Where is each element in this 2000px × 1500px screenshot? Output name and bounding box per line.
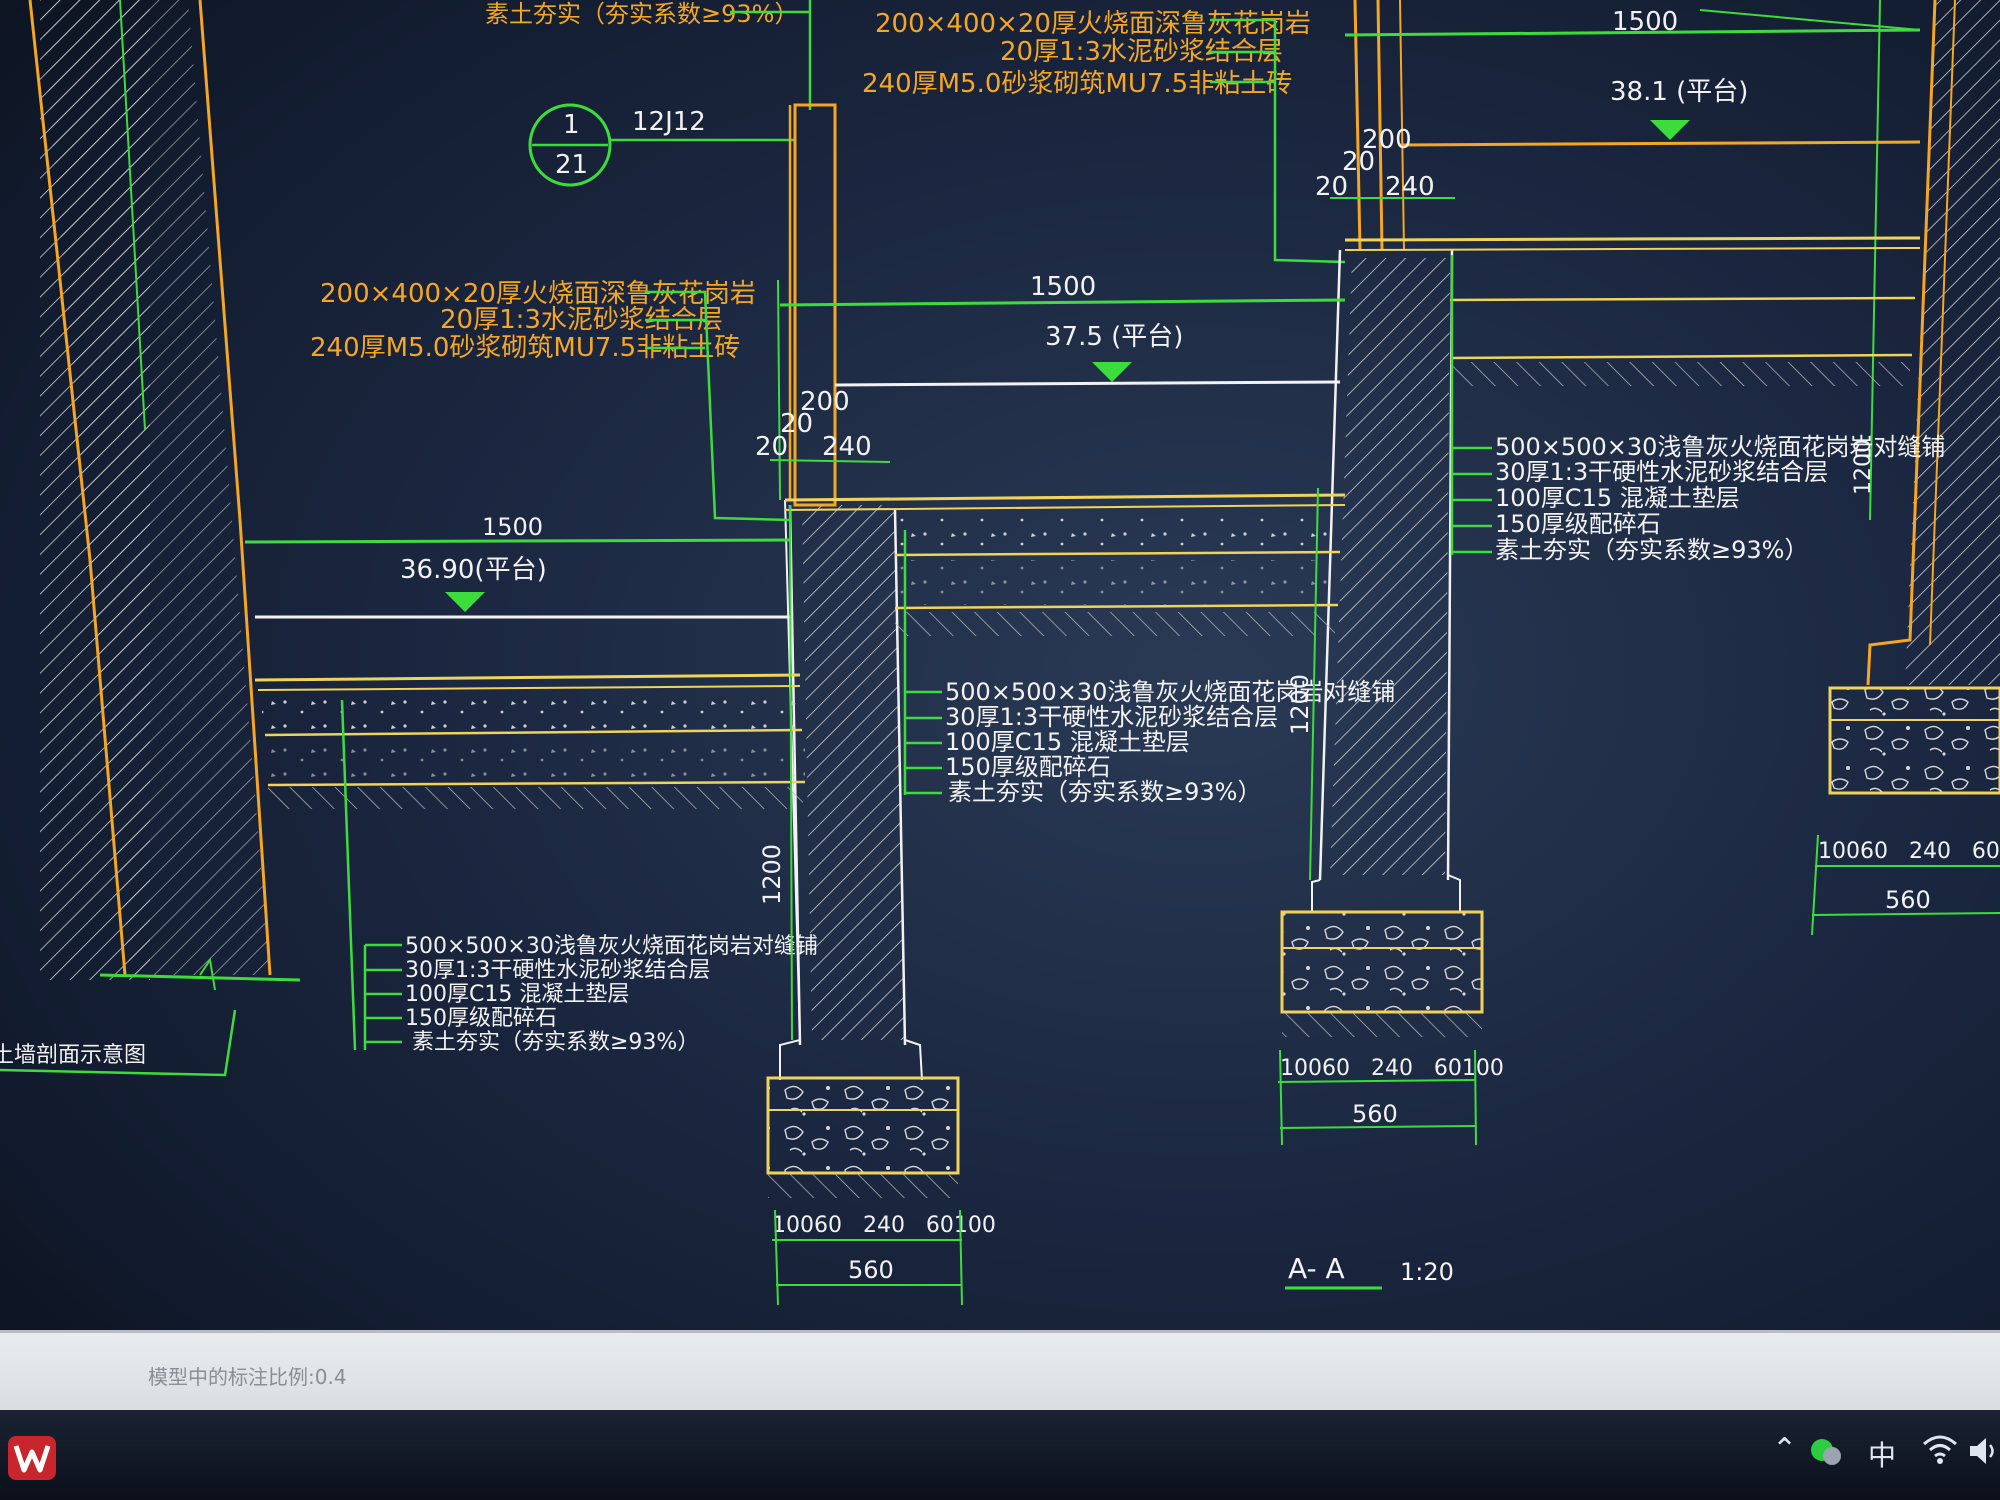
width-dim-left: 1500 [482,513,543,541]
top-layer-callout: 200×400×20厚火烧面深鲁灰花岗岩 20厚1:3水泥砂浆结合层 240厚M… [862,9,1346,264]
mid-layer-callout: 200×400×20厚火烧面深鲁灰花岗岩 20厚1:3水泥砂浆结合层 240厚M… [310,279,791,522]
volume-icon[interactable] [1968,1436,2000,1466]
width-dim-center: 1500 [1030,272,1096,302]
svg-text:500×500×30浅鲁灰火烧面花岗岩对缝铺: 500×500×30浅鲁灰火烧面花岗岩对缝铺 [405,934,818,959]
detail-reference-bubble[interactable]: 1 21 12J12 [528,103,795,187]
far-right-wall [1828,0,2000,795]
svg-text:150厚级配碎石: 150厚级配碎石 [405,1006,557,1031]
center-wall-dims: 200 20 20 240 [755,387,891,463]
right-wall-dims: 200 20 20 240 [1315,125,1455,202]
svg-text:240: 240 [822,432,872,462]
input-method-indicator[interactable]: 中 [1868,1434,1896,1474]
command-line-text: 模型中的标注比例:0.4 [148,1365,347,1389]
svg-text:A- A: A- A [1288,1252,1345,1285]
footing-dims-right: 10060 240 60100 560 [1277,1049,1504,1146]
svg-text:150厚级配碎石: 150厚级配碎石 [1495,510,1661,538]
width-dim-right: 1500 [1612,7,1678,37]
wall-section-caption: 挡土墙剖面示意图 [0,1043,146,1068]
svg-text:500×500×30浅鲁灰火烧面花岗岩对缝铺: 500×500×30浅鲁灰火烧面花岗岩对缝铺 [1495,433,1945,461]
svg-text:500×500×30浅鲁灰火烧面花岗岩对缝铺: 500×500×30浅鲁灰火烧面花岗岩对缝铺 [945,678,1395,706]
wps-logo-icon[interactable] [8,1436,56,1480]
elevation-left: 36.90(平台) [400,555,547,585]
svg-text:560: 560 [1885,886,1931,914]
svg-text:240厚M5.0砂浆砌筑MU7.5非粘土砖: 240厚M5.0砂浆砌筑MU7.5非粘土砖 [862,69,1292,99]
svg-text:100厚C15 混凝土垫层: 100厚C15 混凝土垫层 [945,728,1190,756]
svg-text:素土夯实（夯实系数≥93%）: 素土夯实（夯实系数≥93%） [1495,536,1808,564]
left-retaining-wall [28,0,301,991]
section-title: A- A 1:20 [1285,1252,1454,1290]
svg-text:21: 21 [555,150,588,180]
top-cut-label: 素土夯实（夯实系数≥93%） [485,0,798,28]
height-dim-center: 1200 [758,844,786,905]
command-line-bar[interactable]: 模型中的标注比例:0.4 [0,1330,2000,1413]
svg-text:30厚1:3干硬性水泥砂浆结合层: 30厚1:3干硬性水泥砂浆结合层 [945,703,1278,731]
svg-text:30厚1:3干硬性水泥砂浆结合层: 30厚1:3干硬性水泥砂浆结合层 [405,958,710,983]
center-step-wall [766,103,960,1198]
svg-text:10060 240 60100: 10060 240 60100 [1280,1056,1504,1081]
show-hidden-icons-icon[interactable]: ⌃ [1772,1432,1797,1467]
svg-text:150厚级配碎石: 150厚级配碎石 [945,753,1111,781]
cad-window: 挡土墙剖面示意图 素土夯实（夯实系数≥93%） 200×400×20厚火烧面深鲁… [0,0,2000,1500]
svg-text:10060 240 60100: 10060 240 60100 [1818,839,2000,864]
elevation-center: 37.5 (平台) [1045,322,1183,352]
footing-dims-far: 10060 240 60100 560 [1811,834,2000,936]
svg-text:素土夯实（夯实系数≥93%）: 素土夯实（夯实系数≥93%） [948,778,1261,806]
height-dim-far: 1200 [1851,439,1876,495]
elevation-right: 38.1 (平台) [1610,77,1748,107]
svg-text:20: 20 [755,432,788,462]
svg-text:1: 1 [563,110,580,140]
svg-text:素土夯实（夯实系数≥93%）: 素土夯实（夯实系数≥93%） [412,1030,699,1055]
svg-text:30厚1:3干硬性水泥砂浆结合层: 30厚1:3干硬性水泥砂浆结合层 [1495,458,1828,486]
svg-text:200×400×20厚火烧面深鲁灰花岗岩: 200×400×20厚火烧面深鲁灰花岗岩 [875,9,1311,39]
svg-text:560: 560 [1352,1100,1398,1128]
taskbar: ⌃ 中 [0,1410,2000,1500]
footing-dims-center: 10060 240 60100 560 [772,1209,996,1306]
cad-drawing-canvas[interactable]: 挡土墙剖面示意图 素土夯实（夯实系数≥93%） 200×400×20厚火烧面深鲁… [0,0,2000,1330]
paving-callout-left: 500×500×30浅鲁灰火烧面花岗岩对缝铺 30厚1:3干硬性水泥砂浆结合层 … [363,934,818,1055]
wechat-icon[interactable] [1808,1434,1844,1470]
svg-text:560: 560 [848,1256,894,1284]
height-dim-right: 1200 [1286,674,1314,735]
wifi-icon[interactable] [1922,1434,1958,1466]
svg-text:100厚C15 混凝土垫层: 100厚C15 混凝土垫层 [405,982,629,1007]
svg-text:100厚C15 混凝土垫层: 100厚C15 混凝土垫层 [1495,484,1740,512]
svg-text:12J12: 12J12 [632,107,706,137]
svg-text:10060 240 60100: 10060 240 60100 [772,1213,996,1238]
section-scale: 1:20 [1400,1258,1454,1286]
